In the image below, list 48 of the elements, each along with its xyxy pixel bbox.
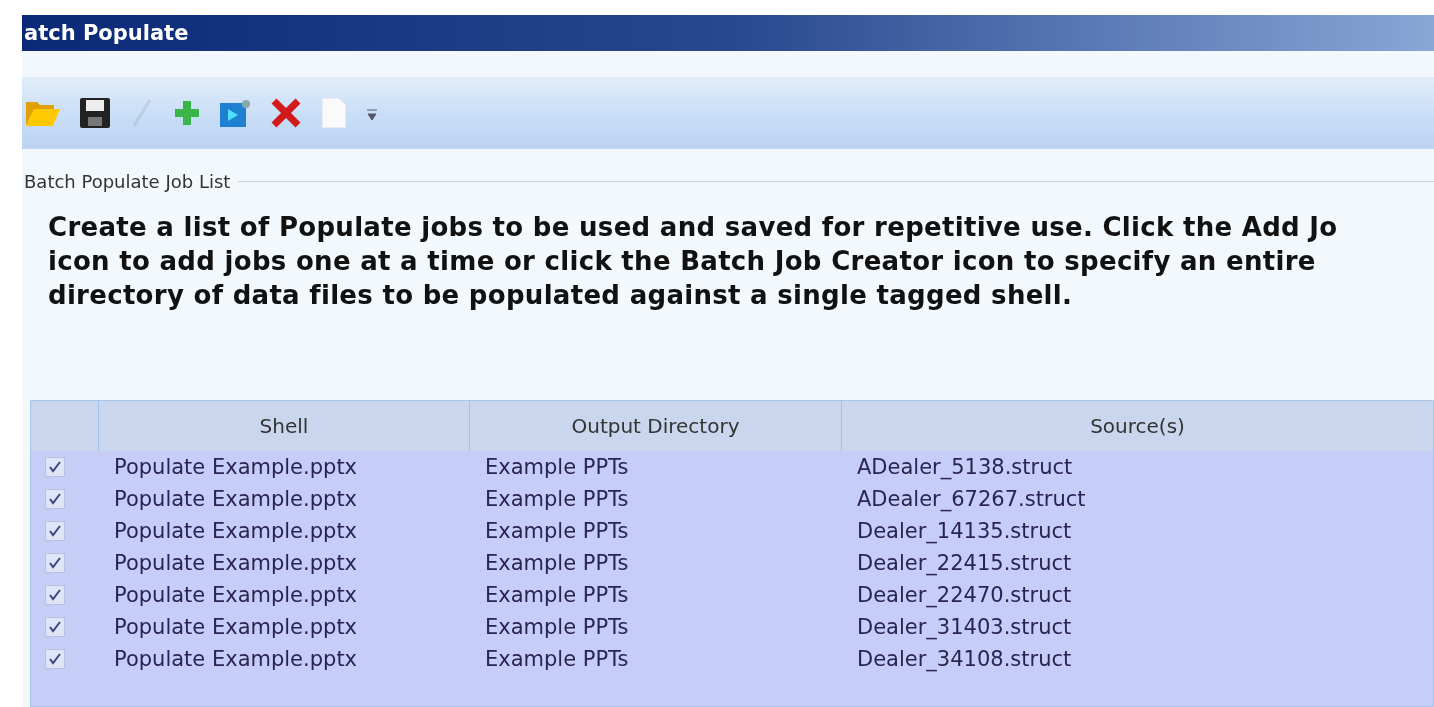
window-title: atch Populate xyxy=(24,21,189,45)
table-cell-text: Example PPTs xyxy=(484,454,630,481)
checkbox[interactable] xyxy=(44,617,65,637)
table-cell-text: Example PPTs xyxy=(484,582,630,609)
table-cell-text: Populate Example.pptx xyxy=(113,582,359,609)
table-cell-text: Populate Example.pptx xyxy=(113,518,359,545)
column-header[interactable]: Shell xyxy=(98,401,469,451)
check-icon xyxy=(48,493,61,505)
table-cell-text: Dealer_22415.struct xyxy=(856,550,1073,578)
table-cell-text: Populate Example.pptx xyxy=(113,614,359,641)
instructions-text: Create a list of Populate jobs to be used and saved for repetitive use. Click the Add Jo icon to add jobs one at a time or click the Batch Job Creator icon to specify an entire directory of data files to be populated against a single tagged shell. xyxy=(48,211,1339,312)
check-icon xyxy=(48,653,61,665)
toolbar-button[interactable] xyxy=(80,98,110,128)
pencil-icon xyxy=(130,98,154,128)
table-cell-text: Populate Example.pptx xyxy=(113,486,359,513)
table-cell-text: Example PPTs xyxy=(484,486,630,513)
table-cell-text: ADealer_5138.struct xyxy=(856,454,1074,482)
save-icon xyxy=(80,98,110,128)
check-icon xyxy=(48,525,61,537)
table-cell-text: Populate Example.pptx xyxy=(113,454,359,481)
check-icon xyxy=(48,557,61,569)
table-cell-text: Populate Example.pptx xyxy=(113,646,359,673)
checkbox[interactable] xyxy=(44,489,65,509)
check-icon xyxy=(48,589,61,601)
table-cell-text: Example PPTs xyxy=(484,518,630,545)
checkbox[interactable] xyxy=(44,649,65,669)
section-title: Batch Populate Job List xyxy=(24,171,231,192)
check-icon xyxy=(48,461,61,473)
batch-icon xyxy=(220,99,250,127)
table-cell-text: Example PPTs xyxy=(484,550,630,577)
column-header[interactable]: Source(s) xyxy=(841,401,1433,451)
table-cell-text: Populate Example.pptx xyxy=(113,550,359,577)
column-header[interactable]: Output Directory xyxy=(469,401,841,451)
table-cell-text: Example PPTs xyxy=(484,614,630,641)
checkbox[interactable] xyxy=(44,553,65,573)
table-cell-text: Dealer_34108.struct xyxy=(856,646,1073,674)
plus-icon xyxy=(174,100,200,126)
table-cell-text: Dealer_14135.struct xyxy=(856,518,1073,546)
delete-icon xyxy=(270,98,302,128)
table-cell-text: Example PPTs xyxy=(484,646,630,673)
page-icon xyxy=(322,98,346,128)
table-cell-text: Dealer_22470.struct xyxy=(856,582,1073,610)
checkbox[interactable] xyxy=(44,457,65,477)
checkbox[interactable] xyxy=(44,585,65,605)
checkbox[interactable] xyxy=(44,521,65,541)
table-cell-text: ADealer_67267.struct xyxy=(856,486,1087,514)
check-icon xyxy=(48,621,61,633)
table-cell-text: Dealer_31403.struct xyxy=(856,614,1073,642)
